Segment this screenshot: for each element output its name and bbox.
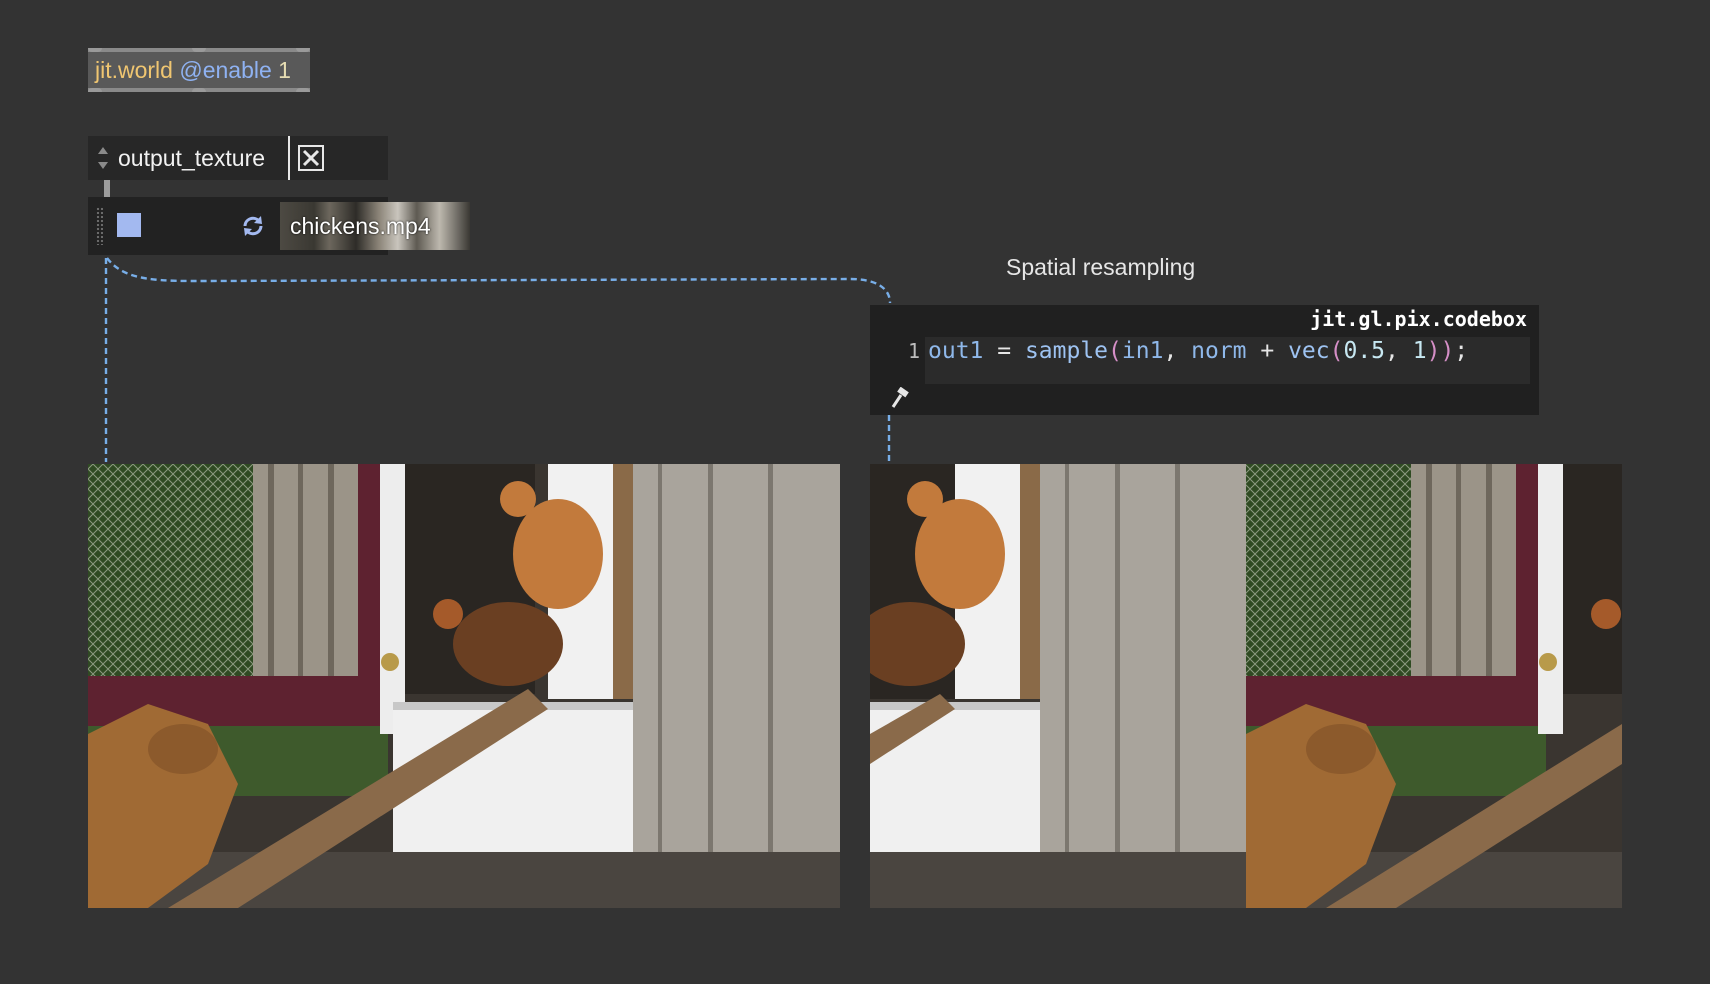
- output-texture-toggle[interactable]: [288, 136, 388, 180]
- code-token: vec: [1288, 338, 1330, 364]
- code-token: 1: [1412, 338, 1427, 364]
- code-token: ,: [1163, 338, 1192, 364]
- stop-icon[interactable]: [117, 213, 141, 237]
- resampled-video-frame: [870, 464, 1622, 908]
- code-token: norm: [1191, 338, 1247, 364]
- inlet[interactable]: [296, 48, 310, 52]
- code-token: (: [1329, 338, 1344, 364]
- line-number: 1: [908, 339, 921, 363]
- video-output-original[interactable]: [88, 464, 840, 908]
- movie-thumbnail[interactable]: chickens.mp4: [280, 202, 470, 250]
- outlet[interactable]: [88, 88, 102, 92]
- code-token: (: [1108, 338, 1122, 364]
- code-token: =: [983, 338, 1025, 364]
- drag-grip-icon[interactable]: [96, 207, 103, 245]
- menu-arrows-icon: [98, 147, 108, 169]
- patch-cord-player-to-codebox[interactable]: [106, 257, 892, 304]
- code-token: ;: [1454, 338, 1469, 364]
- chickens-video-frame: [88, 464, 840, 908]
- x-toggle-icon[interactable]: [298, 145, 324, 171]
- object-attribute: @enable: [179, 57, 272, 83]
- hammer-icon[interactable]: [890, 387, 910, 409]
- patch-cord-stub: [104, 180, 110, 197]
- video-output-resampled[interactable]: [870, 464, 1622, 908]
- jit-world-object[interactable]: jit.world @enable 1: [88, 48, 310, 92]
- codebox-title: jit.gl.pix.codebox: [1310, 307, 1527, 331]
- code-token: sample: [1024, 338, 1109, 364]
- object-class-name: jit.world: [95, 57, 173, 83]
- code-token: 0.5: [1343, 338, 1386, 364]
- outlet[interactable]: [296, 88, 310, 92]
- loop-icon[interactable]: [240, 213, 266, 239]
- movie-filename: chickens.mp4: [290, 213, 431, 239]
- object-attribute-value: 1: [278, 57, 291, 83]
- codebox-object[interactable]: jit.gl.pix.codebox 1 out1 = sample(in1, …: [870, 305, 1539, 415]
- output-texture-menu[interactable]: output_texture: [88, 136, 288, 180]
- code-token: +: [1246, 338, 1289, 364]
- code-editor-line[interactable]: out1 = sample(in1, norm + vec(0.5, 1));: [928, 338, 1468, 364]
- caption-comment: Spatial resampling: [1006, 254, 1196, 280]
- code-token: ,: [1385, 338, 1413, 364]
- code-token: )): [1426, 338, 1455, 364]
- inlet[interactable]: [88, 48, 102, 52]
- inlet[interactable]: [192, 48, 206, 52]
- outlet[interactable]: [192, 88, 206, 92]
- menu-selected-label: output_texture: [118, 145, 266, 171]
- code-token: out1: [928, 338, 984, 364]
- movie-player[interactable]: chickens.mp4: [88, 197, 470, 255]
- code-token: in1: [1121, 338, 1164, 364]
